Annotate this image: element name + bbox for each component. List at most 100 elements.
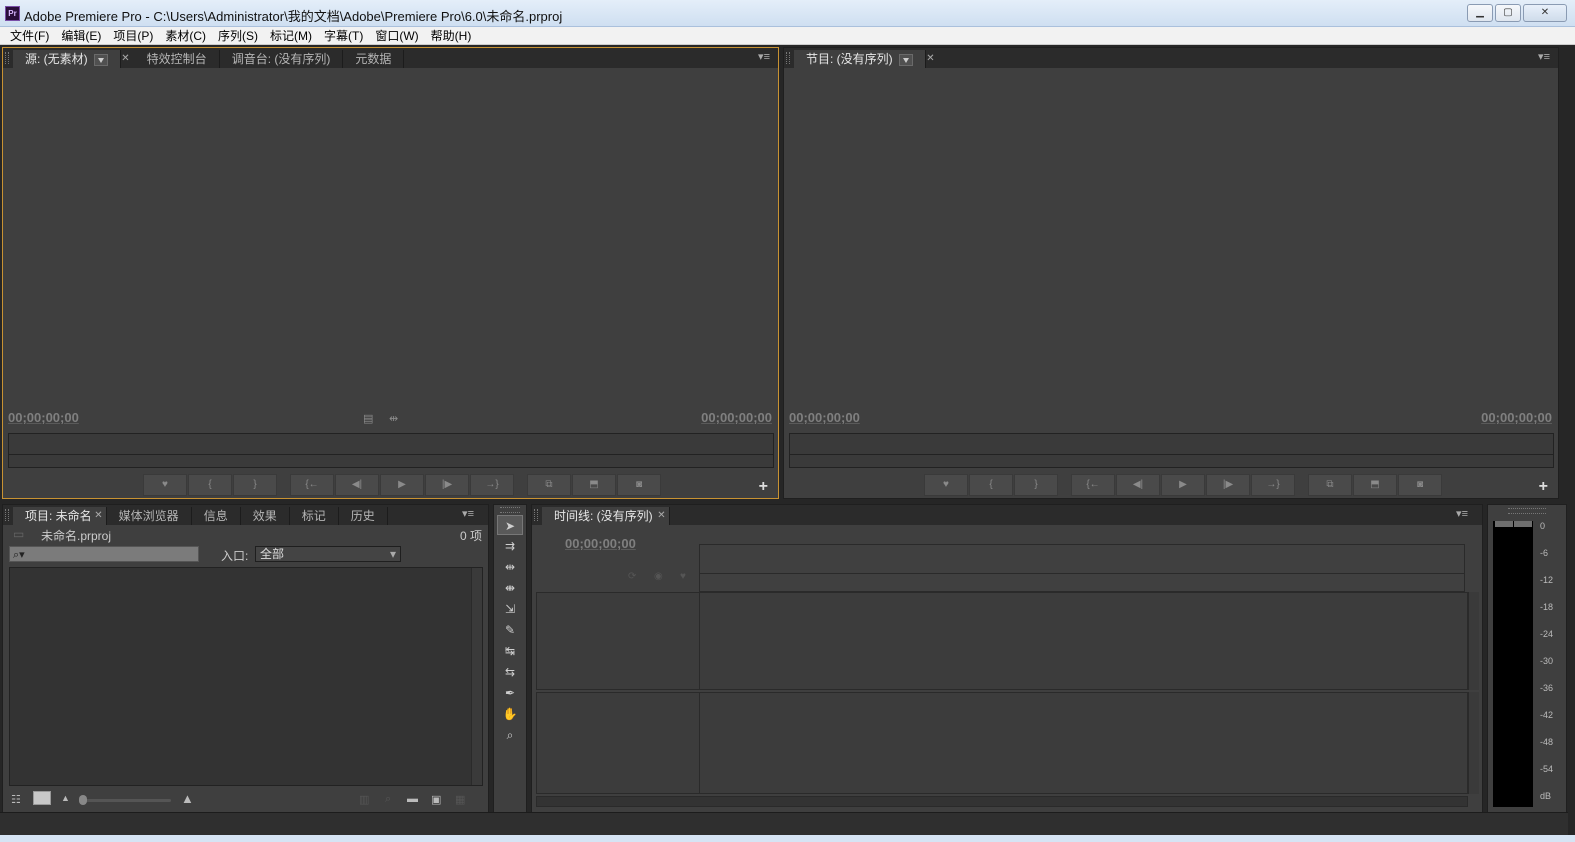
search-input[interactable]: ⌕▾: [9, 546, 199, 562]
tab-source[interactable]: 源: (无素材) ✕: [13, 50, 130, 68]
project-bin-list[interactable]: [9, 567, 483, 786]
menu-clip[interactable]: 素材(C): [159, 27, 212, 44]
chevron-down-icon[interactable]: [93, 53, 108, 66]
new-item-icon[interactable]: ▣: [431, 793, 441, 806]
tab-effect-controls[interactable]: 特效控制台: [134, 50, 220, 68]
mark-out-icon[interactable]: }: [1014, 474, 1058, 496]
go-to-in-icon[interactable]: {←: [290, 474, 334, 496]
source-scrubber[interactable]: [8, 433, 774, 468]
automate-to-sequence-icon[interactable]: ▥: [359, 793, 369, 806]
audio-scrollbar[interactable]: [1468, 692, 1479, 794]
zoom-slider[interactable]: [79, 799, 171, 802]
list-view-icon[interactable]: ☷: [11, 793, 21, 806]
export-frame-icon[interactable]: ◙: [617, 474, 661, 496]
timeline-timecode[interactable]: 00;00;00;00: [565, 536, 636, 551]
panel-menu-icon[interactable]: ▾≡: [1456, 507, 1468, 520]
snap-icon[interactable]: ⟳: [628, 571, 636, 582]
menu-project[interactable]: 项目(P): [107, 27, 159, 44]
source-timecode-in[interactable]: 00;00;00;00: [8, 410, 79, 425]
tab-markers[interactable]: 标记: [289, 507, 339, 525]
panel-menu-icon[interactable]: ▾≡: [1538, 50, 1550, 63]
step-forward-icon[interactable]: |▶: [425, 474, 469, 496]
play-icon[interactable]: ▶: [1161, 474, 1205, 496]
insert-icon[interactable]: ⧉: [527, 474, 571, 496]
mark-in-icon[interactable]: {: [188, 474, 232, 496]
add-marker-icon[interactable]: ♥: [680, 571, 686, 582]
rate-stretch-tool-icon[interactable]: ⇲: [497, 599, 523, 619]
marker-icon[interactable]: ♥: [924, 474, 968, 496]
source-timecode-out[interactable]: 00;00;00;00: [701, 410, 772, 425]
link-icon[interactable]: ◉: [654, 571, 663, 582]
go-to-out-icon[interactable]: →}: [470, 474, 514, 496]
tab-info[interactable]: 信息: [191, 507, 241, 525]
close-icon[interactable]: ✕: [657, 507, 665, 525]
minimize-button[interactable]: ▁: [1467, 4, 1493, 22]
hand-tool-icon[interactable]: ✋: [497, 704, 523, 724]
panel-grip[interactable]: [500, 507, 520, 513]
slide-tool-icon[interactable]: ⇆: [497, 662, 523, 682]
entry-select[interactable]: 全部 ▾: [255, 546, 401, 562]
program-timecode-out[interactable]: 00;00;00;00: [1481, 410, 1552, 425]
tab-effects[interactable]: 效果: [240, 507, 290, 525]
drag-audio-icon[interactable]: ⇹: [389, 412, 398, 425]
menu-marker[interactable]: 标记(M): [264, 27, 318, 44]
tab-media-browser[interactable]: 媒体浏览器: [106, 507, 192, 525]
tab-program[interactable]: 节目: (没有序列) ✕: [794, 50, 935, 68]
menu-edit[interactable]: 编辑(E): [55, 27, 107, 44]
menu-window[interactable]: 窗口(W): [369, 27, 424, 44]
delete-icon[interactable]: ▦: [455, 793, 465, 806]
panel-grip[interactable]: [534, 509, 538, 521]
mark-out-icon[interactable]: }: [233, 474, 277, 496]
video-tracks-area[interactable]: [536, 592, 1468, 690]
program-scrubber[interactable]: [789, 433, 1554, 468]
export-frame-icon[interactable]: ◙: [1398, 474, 1442, 496]
tab-project[interactable]: 项目: 未命名 ✕: [13, 507, 107, 525]
panel-menu-icon[interactable]: ▾≡: [758, 50, 770, 63]
panel-grip[interactable]: [786, 52, 790, 64]
go-to-out-icon[interactable]: →}: [1251, 474, 1295, 496]
step-back-icon[interactable]: ◀|: [335, 474, 379, 496]
drag-video-icon[interactable]: ▤: [363, 412, 373, 425]
overwrite-icon[interactable]: ⬒: [572, 474, 616, 496]
marker-icon[interactable]: ♥: [143, 474, 187, 496]
tab-timeline[interactable]: 时间线: (没有序列) ✕: [542, 507, 670, 525]
time-ruler[interactable]: [699, 544, 1465, 592]
video-scrollbar[interactable]: [1468, 592, 1479, 690]
close-icon[interactable]: ✕: [926, 50, 934, 68]
find-icon[interactable]: ⌕: [385, 793, 391, 806]
menu-help[interactable]: 帮助(H): [425, 27, 478, 44]
timeline-horizontal-scrollbar[interactable]: [536, 796, 1468, 807]
chevron-down-icon[interactable]: [898, 53, 913, 66]
menu-file[interactable]: 文件(F): [4, 27, 55, 44]
close-button[interactable]: ✕: [1523, 4, 1567, 22]
go-to-in-icon[interactable]: {←: [1071, 474, 1115, 496]
audio-tracks-area[interactable]: [536, 692, 1468, 794]
panel-grip[interactable]: [5, 52, 9, 64]
menu-sequence[interactable]: 序列(S): [212, 27, 264, 44]
rolling-edit-tool-icon[interactable]: ⇼: [497, 578, 523, 598]
menu-title[interactable]: 字幕(T): [318, 27, 369, 44]
step-forward-icon[interactable]: |▶: [1206, 474, 1250, 496]
panel-menu-icon[interactable]: ▾≡: [462, 507, 474, 520]
panel-grip[interactable]: [1508, 508, 1546, 514]
selection-tool-icon[interactable]: ➤: [497, 515, 523, 535]
maximize-button[interactable]: ▢: [1495, 4, 1521, 22]
mark-in-icon[interactable]: {: [969, 474, 1013, 496]
project-scrollbar[interactable]: [471, 568, 482, 785]
panel-grip[interactable]: [5, 509, 9, 521]
extract-icon[interactable]: ⬒: [1353, 474, 1397, 496]
step-back-icon[interactable]: ◀|: [1116, 474, 1160, 496]
pen-tool-icon[interactable]: ✒: [497, 683, 523, 703]
add-button-icon[interactable]: +: [759, 478, 768, 496]
new-bin-icon[interactable]: ▬: [407, 793, 418, 805]
zoom-slider-handle[interactable]: [79, 795, 87, 805]
add-button-icon[interactable]: +: [1539, 478, 1548, 496]
tab-audio-mixer[interactable]: 调音台: (没有序列): [219, 50, 344, 68]
razor-tool-icon[interactable]: ✎: [497, 620, 523, 640]
tab-history[interactable]: 历史: [338, 507, 388, 525]
track-select-tool-icon[interactable]: ⇉: [497, 536, 523, 556]
close-icon[interactable]: ✕: [121, 50, 129, 68]
play-icon[interactable]: ▶: [380, 474, 424, 496]
zoom-out-icon[interactable]: ▲: [61, 793, 70, 803]
program-timecode-in[interactable]: 00;00;00;00: [789, 410, 860, 425]
